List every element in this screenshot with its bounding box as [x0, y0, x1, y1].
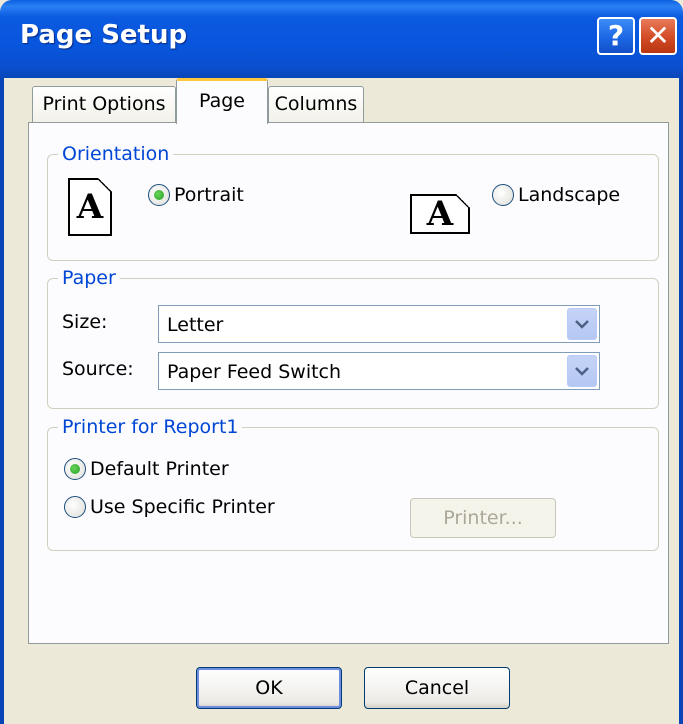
size-label: Size:: [62, 311, 108, 333]
paper-group-title: Paper: [58, 266, 120, 290]
printer-group: Printer for Report1 Default Printer Use …: [47, 415, 659, 551]
specific-printer-label: Use Specific Printer: [90, 496, 275, 518]
portrait-radio[interactable]: Portrait: [148, 184, 244, 206]
landscape-radio-circle[interactable]: [492, 184, 514, 206]
source-label: Source:: [62, 358, 134, 380]
chevron-down-icon[interactable]: [567, 355, 597, 387]
tab-panel-page: Orientation A Portrait A Landscape Paper…: [28, 122, 669, 644]
tab-page[interactable]: Page: [176, 78, 268, 124]
close-button[interactable]: ✕: [639, 17, 677, 55]
default-printer-radio-circle[interactable]: [64, 458, 86, 480]
help-button[interactable]: ?: [597, 17, 635, 55]
chevron-down-icon[interactable]: [567, 308, 597, 340]
source-select[interactable]: Paper Feed Switch: [158, 352, 600, 390]
size-select[interactable]: Letter: [158, 305, 600, 343]
window-title: Page Setup: [20, 20, 188, 50]
tab-columns[interactable]: Columns: [268, 86, 364, 122]
portrait-page-icon: A: [68, 178, 112, 236]
printer-button[interactable]: Printer...: [410, 498, 556, 538]
landscape-page-icon: A: [410, 194, 470, 234]
close-icon: ✕: [646, 19, 670, 52]
printer-group-title: Printer for Report1: [58, 415, 243, 439]
cancel-button[interactable]: Cancel: [364, 667, 510, 709]
specific-printer-radio[interactable]: Use Specific Printer: [64, 496, 275, 518]
title-bar[interactable]: Page Setup ? ✕: [0, 0, 683, 78]
window-frame-right: [679, 78, 683, 724]
ok-button[interactable]: OK: [196, 667, 342, 709]
orientation-group-title: Orientation: [58, 142, 174, 166]
tab-print-options[interactable]: Print Options: [32, 86, 176, 122]
orientation-group: Orientation A Portrait A Landscape: [47, 142, 659, 261]
source-select-value: Paper Feed Switch: [167, 361, 342, 383]
window-frame-left: [0, 78, 4, 724]
paper-group: Paper Size: Letter Source: Paper Feed Sw…: [47, 266, 659, 409]
portrait-icon-glyph: A: [76, 187, 104, 227]
landscape-radio[interactable]: Landscape: [492, 184, 620, 206]
portrait-radio-circle[interactable]: [148, 184, 170, 206]
landscape-label: Landscape: [518, 184, 621, 206]
landscape-icon-glyph: A: [426, 194, 454, 234]
specific-printer-radio-circle[interactable]: [64, 496, 86, 518]
default-printer-label: Default Printer: [90, 458, 229, 480]
size-select-value: Letter: [167, 314, 224, 336]
default-printer-radio[interactable]: Default Printer: [64, 458, 229, 480]
portrait-label: Portrait: [174, 184, 244, 206]
help-icon: ?: [607, 19, 625, 52]
